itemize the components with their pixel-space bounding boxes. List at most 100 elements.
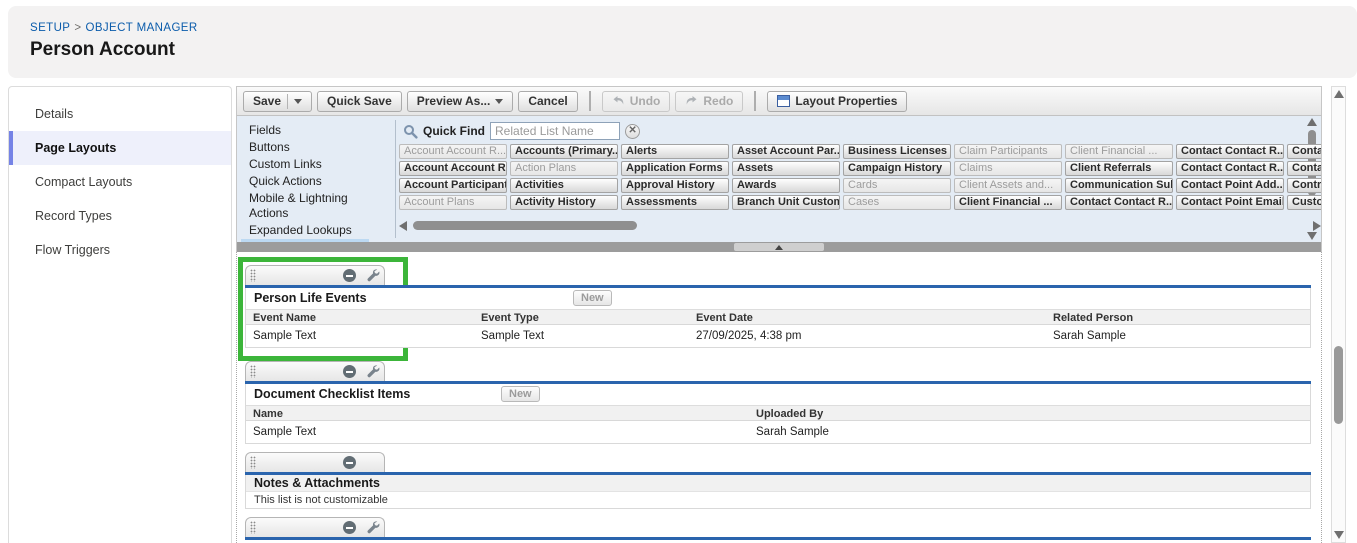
palette-item[interactable]: Communication Sub... bbox=[1065, 178, 1173, 193]
vertical-scrollbar-thumb[interactable] bbox=[1334, 346, 1343, 424]
table-row: Sample TextSample Text27/09/2025, 4:38 p… bbox=[246, 325, 1310, 347]
palette-item[interactable]: Assets bbox=[732, 161, 840, 176]
scroll-down-icon[interactable] bbox=[1334, 531, 1344, 539]
table-row: Sample TextSarah Sample bbox=[246, 421, 1310, 443]
section-title-band: Notes & Attachments bbox=[246, 475, 1310, 492]
sidebar-item-page-layouts[interactable]: Page Layouts bbox=[9, 131, 231, 165]
palette-scrollbar-thumb[interactable] bbox=[413, 221, 637, 230]
palette-item[interactable]: Campaign History bbox=[843, 161, 951, 176]
remove-section-icon[interactable] bbox=[343, 269, 356, 282]
palette-item[interactable]: Contact Point Add... bbox=[1176, 178, 1284, 193]
scroll-up-icon[interactable] bbox=[1334, 90, 1344, 98]
breadcrumb-setup-link[interactable]: SETUP bbox=[30, 22, 70, 34]
palette-grid: Account Account R... Account Account R...… bbox=[399, 144, 1321, 210]
save-dropdown-caret-icon[interactable] bbox=[294, 99, 302, 104]
section-handle[interactable] bbox=[245, 361, 385, 381]
palette-item[interactable]: Account Account R... bbox=[399, 161, 507, 176]
palette-item[interactable]: Activities bbox=[510, 178, 618, 193]
section-body: Person Life EventsNewEvent NameEvent Typ… bbox=[245, 288, 1311, 348]
palette-category-mobile-lightning-actions[interactable]: Mobile & Lightning Actions bbox=[241, 190, 369, 222]
column-header: Name bbox=[253, 408, 283, 420]
column-header: Event Type bbox=[481, 312, 539, 324]
palette-item[interactable]: Account Participants bbox=[399, 178, 507, 193]
palette-canvas-divider bbox=[236, 242, 1322, 252]
layout-properties-button[interactable]: Layout Properties bbox=[767, 91, 907, 112]
section-body: Notes & AttachmentsThis list is not cust… bbox=[245, 475, 1311, 509]
column-header: Related Person bbox=[1053, 312, 1133, 324]
save-button[interactable]: Save bbox=[243, 91, 312, 112]
palette-item[interactable]: Customer bbox=[1287, 195, 1321, 210]
breadcrumb-object-manager-link[interactable]: OBJECT MANAGER bbox=[85, 22, 197, 34]
palette-item[interactable]: Client Financial ... bbox=[954, 195, 1062, 210]
palette-item: Claim Participants bbox=[954, 144, 1062, 159]
palette-item[interactable]: Activity History bbox=[510, 195, 618, 210]
quick-find-input[interactable] bbox=[490, 122, 620, 140]
layout-editor: Save Quick Save Preview As... Cancel Und… bbox=[236, 86, 1322, 543]
palette-item[interactable]: Business Licenses bbox=[843, 144, 951, 159]
preview-as-button[interactable]: Preview As... bbox=[407, 91, 514, 112]
wrench-icon[interactable] bbox=[366, 268, 380, 282]
palette-category-buttons[interactable]: Buttons bbox=[241, 139, 369, 156]
quick-save-button[interactable]: Quick Save bbox=[317, 91, 402, 112]
palette-category-custom-links[interactable]: Custom Links bbox=[241, 156, 369, 173]
save-split-separator bbox=[287, 94, 288, 109]
redo-button: Redo bbox=[675, 91, 743, 112]
collapse-palette-button[interactable] bbox=[734, 243, 824, 251]
drag-handle-icon bbox=[250, 365, 256, 378]
drag-handle-icon bbox=[250, 521, 256, 534]
palette-item[interactable]: Contact bbox=[1287, 161, 1321, 176]
palette-item[interactable]: Client Referrals bbox=[1065, 161, 1173, 176]
breadcrumb: SETUP > OBJECT MANAGER bbox=[30, 22, 198, 34]
main-vertical-scrollbar[interactable] bbox=[1331, 86, 1346, 543]
wrench-icon[interactable] bbox=[366, 364, 380, 378]
palette-item[interactable]: Contract bbox=[1287, 178, 1321, 193]
breadcrumb-separator: > bbox=[74, 22, 81, 34]
column-header: Uploaded By bbox=[756, 408, 823, 420]
palette-item: Client Assets and... bbox=[954, 178, 1062, 193]
cancel-button[interactable]: Cancel bbox=[518, 91, 577, 112]
palette-item[interactable]: Branch Unit Customer bbox=[732, 195, 840, 210]
sidebar-item-details[interactable]: Details bbox=[9, 97, 231, 131]
palette-item[interactable]: Contact Point Emails bbox=[1176, 195, 1284, 210]
palette-item: Account Account R... bbox=[399, 144, 507, 159]
palette-item[interactable]: Application Forms bbox=[621, 161, 729, 176]
scroll-right-icon[interactable] bbox=[1313, 221, 1321, 231]
layout-properties-icon bbox=[777, 95, 790, 107]
remove-section-icon[interactable] bbox=[343, 456, 356, 469]
palette-item[interactable]: Contact Contact R... bbox=[1176, 161, 1284, 176]
setup-header: SETUP>OBJECT MANAGER Person Account bbox=[8, 6, 1357, 78]
scroll-left-icon[interactable] bbox=[399, 221, 407, 231]
clear-search-icon[interactable]: ✕ bbox=[625, 124, 640, 139]
section-title: Document Checklist Items bbox=[254, 387, 410, 401]
palette-horizontal-scrollbar[interactable] bbox=[399, 220, 1321, 231]
wrench-icon[interactable] bbox=[366, 520, 380, 534]
palette-item[interactable]: Approval History bbox=[621, 178, 729, 193]
palette-item[interactable]: Contact Contact R... bbox=[1065, 195, 1173, 210]
sidebar-item-record-types[interactable]: Record Types bbox=[9, 199, 231, 233]
sidebar-item-compact-layouts[interactable]: Compact Layouts bbox=[9, 165, 231, 199]
palette-item[interactable]: Contact bbox=[1287, 144, 1321, 159]
section-handle[interactable] bbox=[245, 452, 385, 472]
remove-section-icon[interactable] bbox=[343, 365, 356, 378]
section-handle[interactable] bbox=[245, 265, 385, 285]
scroll-up-icon[interactable] bbox=[1307, 118, 1317, 126]
palette-item[interactable]: Assessments bbox=[621, 195, 729, 210]
remove-section-icon[interactable] bbox=[343, 521, 356, 534]
table-cell: Sample Text bbox=[481, 330, 544, 342]
palette-item[interactable]: Asset Account Par... bbox=[732, 144, 840, 159]
section-handle[interactable] bbox=[245, 517, 385, 537]
palette-category-quick-actions[interactable]: Quick Actions bbox=[241, 173, 369, 190]
palette-category-expanded-lookups[interactable]: Expanded Lookups bbox=[241, 222, 369, 239]
palette-item[interactable]: Awards bbox=[732, 178, 840, 193]
section-title-row: Person Life EventsNew bbox=[246, 288, 1310, 309]
palette-category-fields[interactable]: Fields bbox=[241, 122, 369, 139]
palette-item[interactable]: Contact Contact R... bbox=[1176, 144, 1284, 159]
palette-item[interactable]: Alerts bbox=[621, 144, 729, 159]
palette-item[interactable]: Accounts (Primary... bbox=[510, 144, 618, 159]
section-top-bar bbox=[245, 537, 1311, 540]
sidebar-item-flow-triggers[interactable]: Flow Triggers bbox=[9, 233, 231, 267]
layout-properties-label: Layout Properties bbox=[795, 94, 897, 108]
drag-handle-icon bbox=[250, 269, 256, 282]
preview-as-caret-icon bbox=[495, 99, 503, 104]
scroll-down-icon[interactable] bbox=[1307, 232, 1317, 240]
